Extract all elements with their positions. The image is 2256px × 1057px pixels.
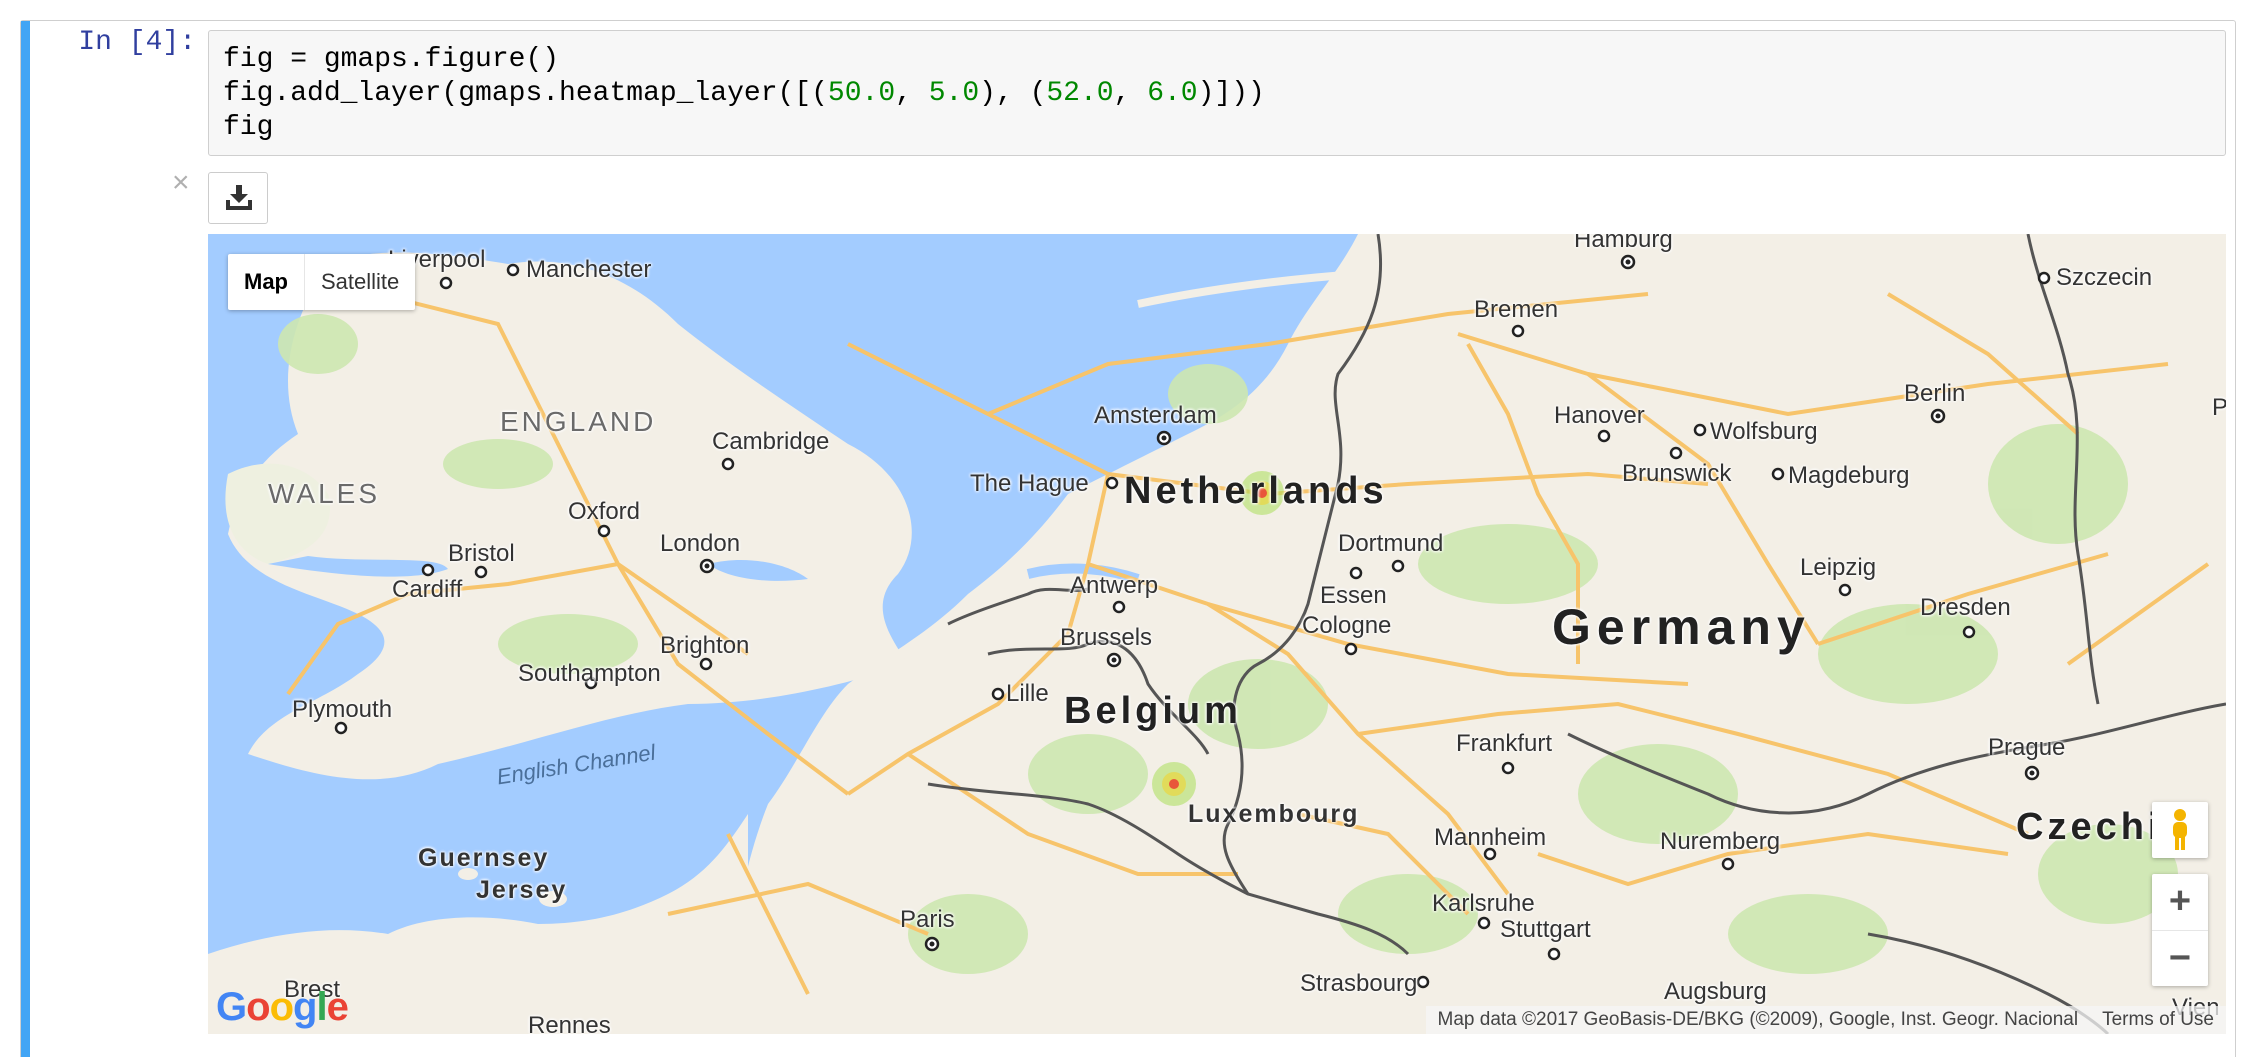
- code-text: fig = gmaps.figure(): [223, 44, 560, 75]
- map-label-stuttgart: Stuttgart: [1500, 916, 1591, 943]
- map-label-amsterdam: Amsterdam: [1094, 402, 1217, 429]
- code-number: 50.0: [827, 78, 896, 109]
- map-label-dresden: Dresden: [1920, 594, 2011, 621]
- map-label-brighton: Brighton: [660, 632, 750, 659]
- pegman-icon: [2173, 809, 2187, 850]
- map-label-oxford: Oxford: [568, 498, 641, 525]
- map-label-hanover: Hanover: [1554, 402, 1645, 429]
- google-logo: Google: [216, 985, 349, 1030]
- code-text: ,: [895, 78, 929, 109]
- code-text: ,: [1113, 78, 1148, 109]
- map-label-paris: Paris: [900, 906, 955, 933]
- map-label-frankfurt: Frankfurt: [1456, 730, 1553, 757]
- map-label-bristol: Bristol: [448, 540, 515, 567]
- map-label-dortmund: Dortmund: [1338, 530, 1444, 557]
- code-text: fig.add_layer(gmaps.heatmap_layer([(: [223, 78, 828, 109]
- map-label-cambridge: Cambridge: [712, 428, 830, 455]
- logo-letter: o: [246, 985, 270, 1029]
- map-label-southampton: Southampton: [518, 660, 661, 687]
- code-text: fig: [223, 112, 274, 143]
- code-number: 52.0: [1046, 78, 1114, 109]
- map-label-hamburg: Hamburg: [1574, 234, 1673, 253]
- map-label-luxembourg: Luxembourg: [1188, 800, 1360, 828]
- map-label-brunswick: Brunswick: [1622, 460, 1732, 487]
- map-label-magdeburg: Magdeburg: [1788, 462, 1910, 489]
- download-button[interactable]: [208, 172, 268, 224]
- map-label-antwerp: Antwerp: [1070, 572, 1159, 599]
- map-type-satellite-button[interactable]: Satellite: [305, 254, 415, 310]
- logo-letter: G: [216, 985, 247, 1029]
- map-label-wolfsburg: Wolfsburg: [1710, 418, 1818, 445]
- map-label-cardiff: Cardiff: [392, 576, 463, 603]
- map-label-belgium: Belgium: [1064, 690, 1242, 732]
- map-label-rennes: Rennes: [528, 1012, 611, 1034]
- code-number: 6.0: [1147, 78, 1198, 109]
- map-label-plymouth: Plymouth: [292, 696, 393, 723]
- map-type-control: Map Satellite: [228, 254, 416, 310]
- map-label-essen: Essen: [1320, 582, 1387, 609]
- map-attribution: Map data ©2017 GeoBasis-DE/BKG (©2009), …: [1437, 1009, 2079, 1030]
- map-label-szczecin: Szczecin: [2056, 264, 2153, 291]
- map-label-bremen: Bremen: [1474, 296, 1559, 323]
- map-label-jersey: Jersey: [476, 876, 568, 904]
- zoom-control: + −: [2152, 874, 2208, 986]
- map-label-netherlands: Netherlands: [1124, 470, 1388, 512]
- map-label-cologne: Cologne: [1302, 612, 1392, 639]
- code-line: fig: [223, 111, 2211, 145]
- map-label-manchester: Manchester: [526, 256, 652, 283]
- code-line: fig.add_layer(gmaps.heatmap_layer([(50.0…: [223, 77, 2211, 111]
- logo-letter: e: [326, 985, 349, 1029]
- map-label-mannheim: Mannheim: [1434, 824, 1547, 851]
- map-canvas[interactable]: [208, 234, 2226, 1034]
- map-attribution-bar: Map data ©2017 GeoBasis-DE/BKG (©2009), …: [1425, 1006, 2226, 1034]
- download-icon: [226, 185, 252, 210]
- street-view-pegman-button[interactable]: [2152, 802, 2208, 858]
- map-label-wales: WALES: [268, 478, 380, 509]
- map-label-london: London: [660, 530, 741, 557]
- input-prompt: In [4]:: [78, 27, 196, 58]
- code-editor[interactable]: fig = gmaps.figure() fig.add_layer(gmaps.…: [208, 30, 2226, 156]
- map-widget[interactable]: Liverpool Manchester Hamburg Szczecin Br…: [208, 234, 2226, 1034]
- zoom-out-button[interactable]: −: [2152, 931, 2208, 987]
- map-type-map-button[interactable]: Map: [228, 254, 305, 310]
- logo-letter: o: [269, 985, 294, 1029]
- map-label-prague: Prague: [1988, 734, 2066, 761]
- map-label-poland-partial: P: [2212, 394, 2226, 421]
- logo-letter: g: [293, 985, 317, 1029]
- code-number: 5.0: [928, 78, 980, 109]
- map-label-england: ENGLAND: [500, 406, 657, 437]
- map-label-brussels: Brussels: [1060, 624, 1153, 651]
- map-label-strasbourg: Strasbourg: [1300, 970, 1418, 997]
- map-label-lille: Lille: [1006, 680, 1049, 707]
- map-label-leipzig: Leipzig: [1800, 554, 1877, 581]
- map-label-berlin: Berlin: [1904, 380, 1966, 407]
- code-text: )])): [1197, 78, 1265, 109]
- cell-selected-bar: [21, 21, 30, 1057]
- map-label-guernsey: Guernsey: [418, 844, 550, 872]
- map-label-karlsruhe: Karlsruhe: [1432, 890, 1535, 917]
- map-label-nuremberg: Nuremberg: [1660, 828, 1781, 855]
- heatmap-point: [1169, 779, 1179, 789]
- logo-letter: l: [316, 985, 327, 1029]
- zoom-in-button[interactable]: +: [2152, 874, 2208, 931]
- map-label-the-hague: The Hague: [970, 470, 1089, 497]
- code-line: fig = gmaps.figure(): [223, 43, 2211, 77]
- map-label-germany: Germany: [1552, 599, 1811, 655]
- close-output-button[interactable]: ×: [172, 168, 190, 198]
- map-label-augsburg: Augsburg: [1664, 978, 1767, 1005]
- code-text: ), (: [979, 78, 1047, 109]
- terms-of-use-link[interactable]: Terms of Use: [2090, 1006, 2226, 1034]
